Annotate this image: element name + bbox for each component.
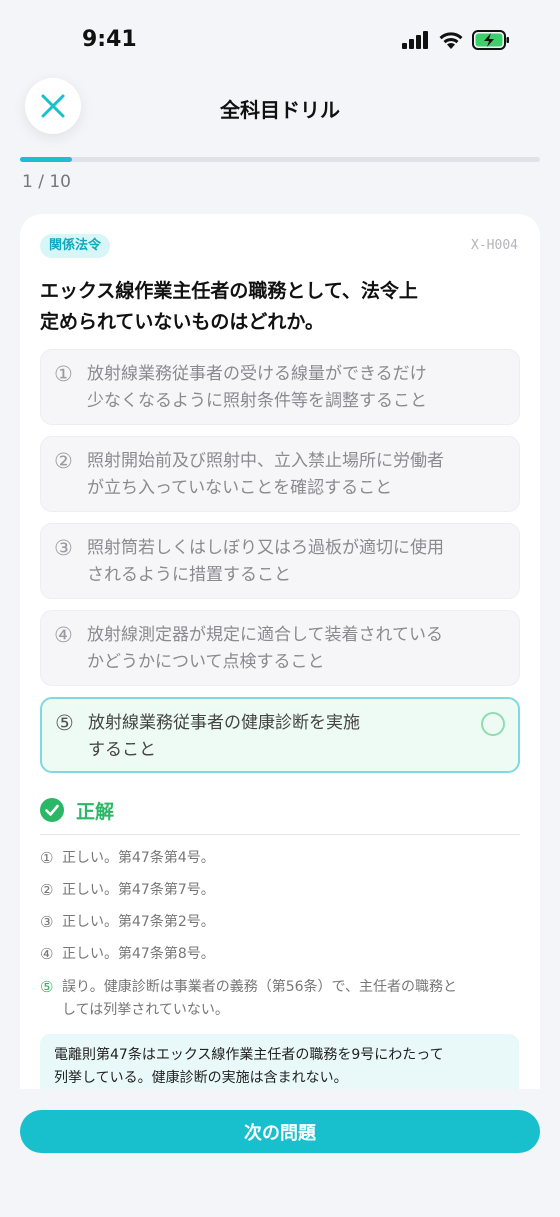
question-text: エックス線作業主任者の職務として、法令上 定められていないものはどれか。: [40, 276, 510, 338]
option-3[interactable]: ③ 照射筒若しくはしぼり又はろ過板が適切に使用 されるように措置すること: [40, 523, 520, 599]
explanation-5: ⑤ 誤り。健康診断は事業者の義務（第56条）で、主任者の職務と しては列挙されて…: [40, 976, 510, 1022]
divider: [40, 834, 520, 835]
explanation-text-line-2: しては列挙されていない。: [62, 1002, 229, 1018]
explanation-text: 誤り。健康診断は事業者の義務（第56条）で、主任者の職務と しては列挙されていな…: [62, 976, 510, 1022]
explanation-number: ③: [40, 913, 54, 931]
option-5-selected[interactable]: ⑤ 放射線業務従事者の健康診断を実施 すること: [40, 697, 520, 773]
question-id: X-H004: [471, 238, 518, 253]
explanation-1: ① 正しい。第47条第4号。: [40, 847, 510, 870]
status-icons: [402, 30, 510, 50]
option-number: ③: [54, 536, 73, 560]
option-text-line-2: が立ち入っていないことを確認すること: [87, 478, 393, 498]
result-row: 正解: [40, 796, 114, 824]
option-text-line-2: かどうかについて点検すること: [87, 652, 325, 672]
option-text: 放射線測定器が規定に適合して装着されている かどうかについて点検すること: [87, 622, 487, 676]
result-label: 正解: [76, 800, 115, 823]
battery-charging-icon: [472, 30, 509, 50]
explanation-number: ②: [40, 881, 54, 899]
note-line-2: 列挙している。健康診断の実施は含まれない。: [54, 1070, 348, 1086]
option-text: 放射線業務従事者の健康診断を実施 すること: [88, 710, 488, 764]
explanation-text: 正しい。第47条第2号。: [62, 914, 215, 930]
note-line-1: 電離則第47条はエックス線作業主任者の職務を9号にわたって: [54, 1047, 444, 1063]
check-circle-icon: [40, 798, 64, 822]
option-2[interactable]: ② 照射開始前及び照射中、立入禁止場所に労働者 が立ち入っていないことを確認する…: [40, 436, 520, 512]
status-time: 9:41: [82, 27, 137, 52]
question-text-line-2: 定められていないものはどれか。: [40, 311, 325, 333]
explanation-text: 正しい。第47条第7号。: [62, 882, 215, 898]
option-text-line-1: 放射線測定器が規定に適合して装着されている: [87, 625, 443, 645]
bottom-bar: 次の問題: [0, 1089, 560, 1217]
option-text-line-1: 照射筒若しくはしぼり又はろ過板が適切に使用: [87, 538, 444, 558]
option-number: ④: [54, 623, 73, 647]
option-1[interactable]: ① 放射線業務従事者の受ける線量ができるだけ 少なくなるように照射条件等を調整す…: [40, 349, 520, 425]
status-bar: 9:41: [0, 0, 560, 80]
progress-fill: [20, 157, 72, 162]
question-card: 関係法令 X-H004 エックス線作業主任者の職務として、法令上 定められていな…: [20, 214, 540, 1114]
progress-counter: 1 / 10: [22, 172, 71, 192]
option-number: ⑤: [55, 711, 74, 735]
option-text-line-1: 放射線業務従事者の受ける線量ができるだけ: [87, 364, 427, 384]
explanation-4: ④ 正しい。第47条第8号。: [40, 943, 510, 966]
explanation-text-line-1: 誤り。健康診断は事業者の義務（第56条）で、主任者の職務と: [62, 979, 457, 995]
page-title: 全科目ドリル: [220, 98, 340, 122]
signal-icon: [402, 31, 428, 49]
option-text: 照射開始前及び照射中、立入禁止場所に労働者 が立ち入っていないことを確認すること: [87, 448, 487, 502]
option-text-line-2: すること: [88, 740, 156, 760]
header: 全科目ドリル: [0, 78, 560, 138]
category-badge: 関係法令: [40, 234, 111, 258]
option-4[interactable]: ④ 放射線測定器が規定に適合して装着されている かどうかについて点検すること: [40, 610, 520, 686]
progress-bar: [20, 157, 540, 162]
explanation-text: 正しい。第47条第8号。: [62, 946, 215, 962]
option-number: ①: [54, 362, 73, 386]
correct-circle-icon: [481, 712, 505, 736]
option-text: 照射筒若しくはしぼり又はろ過板が適切に使用 されるように措置すること: [87, 535, 487, 589]
question-text-line-1: エックス線作業主任者の職務として、法令上: [40, 280, 418, 302]
explanation-2: ② 正しい。第47条第7号。: [40, 879, 510, 902]
explanation-text: 正しい。第47条第4号。: [62, 850, 215, 866]
wifi-icon: [439, 31, 463, 49]
explanation-number: ①: [40, 849, 54, 867]
option-number: ②: [54, 449, 73, 473]
explanation-3: ③ 正しい。第47条第2号。: [40, 911, 510, 934]
option-text-line-2: されるように措置すること: [87, 565, 291, 585]
option-text: 放射線業務従事者の受ける線量ができるだけ 少なくなるように照射条件等を調整するこ…: [87, 361, 487, 415]
explanation-number: ④: [40, 945, 54, 963]
next-question-button[interactable]: 次の問題: [20, 1110, 540, 1153]
option-text-line-1: 放射線業務従事者の健康診断を実施: [88, 713, 360, 733]
explanation-number: ⑤: [40, 978, 54, 996]
option-text-line-2: 少なくなるように照射条件等を調整すること: [87, 391, 427, 411]
option-text-line-1: 照射開始前及び照射中、立入禁止場所に労働者: [87, 451, 444, 471]
